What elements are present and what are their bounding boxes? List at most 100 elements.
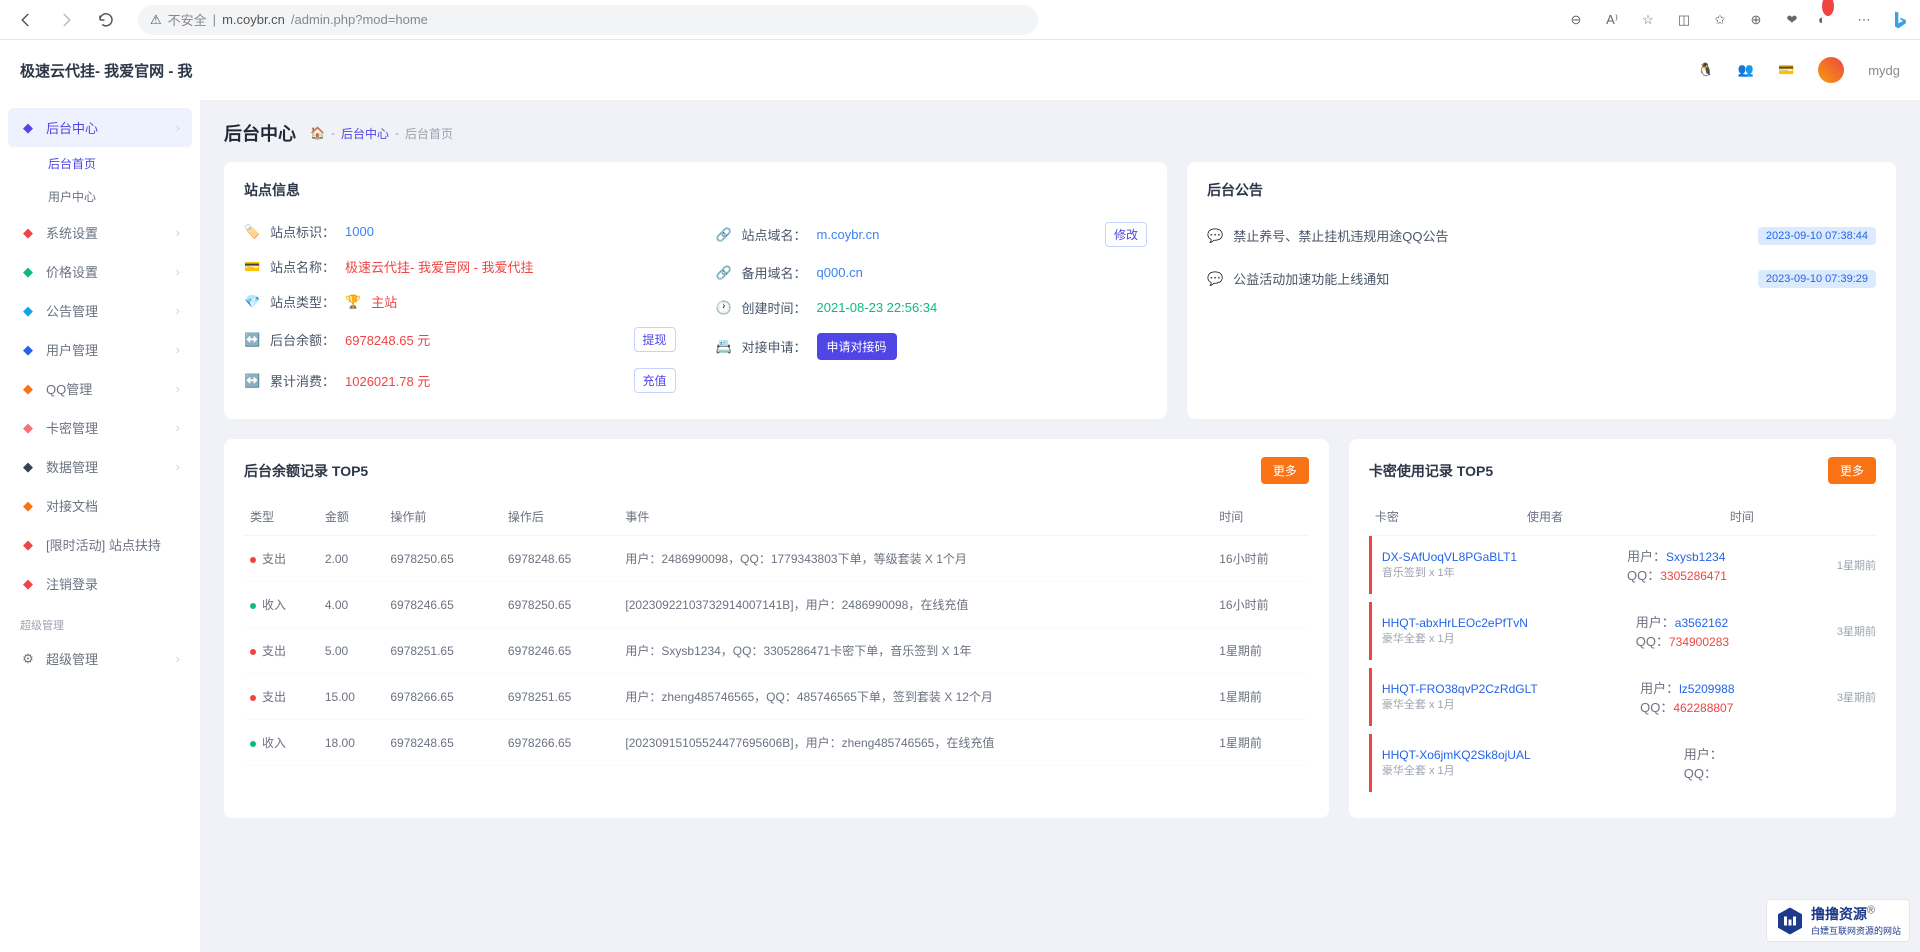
chat-icon: 💬 bbox=[1207, 228, 1223, 244]
table-row: 支出5.006978251.656978246.65用户：Sxysb1234，Q… bbox=[244, 628, 1309, 674]
bing-icon[interactable] bbox=[1890, 10, 1910, 30]
sidebar-item-label: 后台中心 bbox=[46, 118, 98, 137]
row-icon: 🏷️ bbox=[244, 224, 260, 240]
username[interactable]: mydg bbox=[1868, 63, 1900, 78]
campaign-icon: ◆ bbox=[20, 537, 36, 553]
siteinfo-row: 💳站点名称：极速云代挂- 我爱官网 - 我爱代挂 bbox=[244, 249, 676, 284]
siteinfo-row: 🕐创建时间：2021-08-23 22:56:34 bbox=[716, 290, 1148, 325]
sidebar-item-label: 公告管理 bbox=[46, 301, 98, 320]
sidebar-item-label: 卡密管理 bbox=[46, 418, 98, 437]
avatar[interactable] bbox=[1818, 57, 1844, 83]
siteinfo-value: m.coybr.cn bbox=[817, 227, 880, 242]
browser-chrome: ⚠ 不安全 | m.coybr.cn/admin.php?mod=home ⊖ … bbox=[0, 0, 1920, 40]
sidebar-item-10[interactable]: ◆注销登录 bbox=[8, 564, 192, 603]
cart-icon: ◆ bbox=[20, 264, 36, 280]
crumb-link[interactable]: 后台中心 bbox=[341, 125, 389, 142]
users-icon[interactable]: 👥 bbox=[1738, 62, 1754, 78]
gear-icon: ◆ bbox=[20, 225, 36, 241]
row-icon: ↔️ bbox=[244, 332, 260, 348]
sidebar-item-6[interactable]: ◆ 卡密管理 › bbox=[8, 408, 192, 447]
sidebar-item-3[interactable]: ◆公告管理› bbox=[8, 291, 192, 330]
sidebar-item-8[interactable]: ◆ 对接文档 bbox=[8, 486, 192, 525]
table-row: 收入18.006978248.656978266.65[202309151055… bbox=[244, 720, 1309, 766]
brand: 极速云代挂- 我爱官网 - 我 bbox=[20, 60, 193, 81]
card-item: HHQT-abxHrLEOc2ePfTvN豪华全套 x 1月用户：a356216… bbox=[1369, 602, 1876, 660]
balance-table: 类型金额操作前操作后事件时间 支出2.006978250.656978248.6… bbox=[244, 498, 1309, 766]
gear-icon: ⚙ bbox=[20, 651, 36, 667]
forward-icon[interactable] bbox=[50, 4, 82, 36]
announce-time: 2023-09-10 07:38:44 bbox=[1758, 227, 1876, 245]
siteinfo-row: 🏷️站点标识：1000 bbox=[244, 214, 676, 249]
sidebar-item-label: 价格设置 bbox=[46, 262, 98, 281]
balance-more-button[interactable]: 更多 bbox=[1261, 457, 1309, 484]
dashboard-icon: ◆ bbox=[20, 120, 36, 136]
action-button[interactable]: 提现 bbox=[634, 327, 676, 352]
sidebar-item-7[interactable]: ◆数据管理› bbox=[8, 447, 192, 486]
chevron-right-icon: › bbox=[176, 420, 180, 435]
read-aloud-icon[interactable]: A⁾ bbox=[1602, 10, 1622, 30]
announce-item[interactable]: 💬公益活动加速功能上线通知2023-09-10 07:39:29 bbox=[1207, 257, 1876, 300]
megaphone-icon: ◆ bbox=[20, 303, 36, 319]
cards-more-button[interactable]: 更多 bbox=[1828, 457, 1876, 484]
apply-button[interactable]: 申请对接码 bbox=[817, 333, 897, 360]
chevron-right-icon: › bbox=[176, 381, 180, 396]
sidebar-item-9[interactable]: ◆[限时活动] 站点扶持 bbox=[8, 525, 192, 564]
announce-item[interactable]: 💬禁止养号、禁止挂机违规用途QQ公告2023-09-10 07:38:44 bbox=[1207, 214, 1876, 257]
url-path: /admin.php?mod=home bbox=[291, 12, 428, 27]
sidebar-super[interactable]: ⚙超级管理› bbox=[8, 639, 192, 678]
sidebar-item-label: QQ管理 bbox=[46, 379, 92, 398]
action-button[interactable]: 充值 bbox=[634, 368, 676, 393]
back-icon[interactable] bbox=[10, 4, 42, 36]
balance-card: 后台余额记录 TOP5 更多 类型金额操作前操作后事件时间 支出2.006978… bbox=[224, 439, 1329, 818]
card-icon: ◆ bbox=[20, 420, 36, 436]
profile-icon[interactable]: ◐ bbox=[1818, 10, 1838, 30]
table-row: 支出15.006978266.656978251.65用户：zheng48574… bbox=[244, 674, 1309, 720]
row-icon: 🔗 bbox=[716, 265, 732, 281]
split-icon[interactable]: ◫ bbox=[1674, 10, 1694, 30]
siteinfo-row: 🔗站点域名：m.coybr.cn修改 bbox=[716, 214, 1148, 255]
reload-icon[interactable] bbox=[90, 4, 122, 36]
more-icon[interactable]: ⋯ bbox=[1854, 10, 1874, 30]
announce-time: 2023-09-10 07:39:29 bbox=[1758, 270, 1876, 288]
chevron-right-icon: › bbox=[176, 459, 180, 474]
site-info-card: 站点信息 🏷️站点标识：1000💳站点名称：极速云代挂- 我爱官网 - 我爱代挂… bbox=[224, 162, 1167, 419]
favorite-icon[interactable]: ☆ bbox=[1638, 10, 1658, 30]
card-item: HHQT-FRO38qvP2CzRdGLT豪华全套 x 1月用户：lz52099… bbox=[1369, 668, 1876, 726]
card-item: DX-SAfUoqVL8PGaBLT1音乐签到 x 1年用户：Sxysb1234… bbox=[1369, 536, 1876, 594]
sidebar-item-label: 用户管理 bbox=[46, 340, 98, 359]
list-icon: ◆ bbox=[20, 459, 36, 475]
submenu-home[interactable]: 后台首页 bbox=[48, 147, 192, 180]
sidebar: ◆后台中心›后台首页用户中心◆系统设置›◆价格设置›◆公告管理›◆用户管理›◆Q… bbox=[0, 100, 200, 952]
penguin-icon[interactable]: 🐧 bbox=[1698, 62, 1714, 78]
chevron-right-icon: › bbox=[176, 342, 180, 357]
siteinfo-value: 2021-08-23 22:56:34 bbox=[817, 300, 938, 315]
siteinfo-value: 1000 bbox=[345, 224, 374, 239]
row-icon: 🔗 bbox=[716, 227, 732, 243]
performance-icon[interactable]: ❤ bbox=[1782, 10, 1802, 30]
crumb-current: 后台首页 bbox=[405, 125, 453, 142]
sidebar-item-4[interactable]: ◆用户管理› bbox=[8, 330, 192, 369]
announce-card: 后台公告 💬禁止养号、禁止挂机违规用途QQ公告2023-09-10 07:38:… bbox=[1187, 162, 1896, 419]
collections-icon[interactable]: ⊕ bbox=[1746, 10, 1766, 30]
submenu-user[interactable]: 用户中心 bbox=[48, 180, 192, 213]
siteinfo-value: q000.cn bbox=[817, 265, 863, 280]
book-icon: ◆ bbox=[20, 498, 36, 514]
favorites-bar-icon[interactable]: ✩ bbox=[1710, 10, 1730, 30]
siteinfo-row: 🔗备用域名：q000.cn bbox=[716, 255, 1148, 290]
card-icon[interactable]: 💳 bbox=[1778, 62, 1794, 78]
row-icon: 💎 bbox=[244, 294, 260, 310]
sidebar-item-label: 对接文档 bbox=[46, 496, 98, 515]
modify-button[interactable]: 修改 bbox=[1105, 222, 1147, 247]
breadcrumb: 🏠 - 后台中心 - 后台首页 bbox=[310, 125, 453, 142]
table-row: 收入4.006978246.656978250.65[2023092210373… bbox=[244, 582, 1309, 628]
url-bar[interactable]: ⚠ 不安全 | m.coybr.cn/admin.php?mod=home bbox=[138, 5, 1038, 35]
siteinfo-value: 极速云代挂- 我爱官网 - 我爱代挂 bbox=[345, 257, 534, 276]
sidebar-item-1[interactable]: ◆系统设置› bbox=[8, 213, 192, 252]
sidebar-item-5[interactable]: ◆QQ管理› bbox=[8, 369, 192, 408]
home-icon[interactable]: 🏠 bbox=[310, 126, 325, 140]
sidebar-item-2[interactable]: ◆价格设置› bbox=[8, 252, 192, 291]
zoom-out-icon[interactable]: ⊖ bbox=[1566, 10, 1586, 30]
watermark: 撸撸资源® 白嫖互联网资源的网站 bbox=[1766, 899, 1910, 942]
sidebar-item-0[interactable]: ◆后台中心› bbox=[8, 108, 192, 147]
url-host: m.coybr.cn bbox=[222, 12, 285, 27]
